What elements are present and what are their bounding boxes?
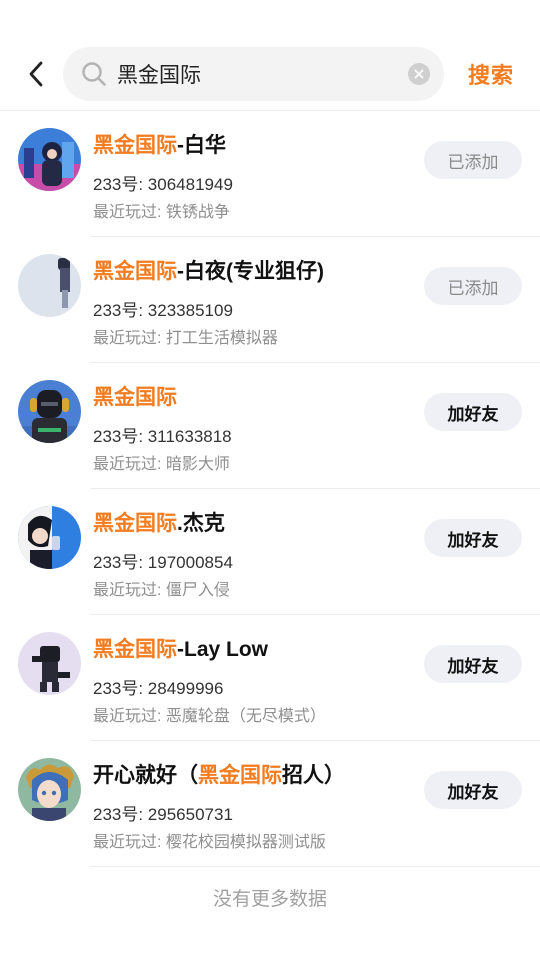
avatar[interactable] (18, 254, 81, 317)
avatar-image (18, 128, 81, 191)
user-id: 233号: 323385109 (93, 301, 233, 320)
user-id: 233号: 311633818 (93, 427, 232, 446)
list-item[interactable]: 黑金国际-Lay Low 233号: 28499996 最近玩过: 恶魔轮盘（无… (0, 615, 540, 741)
name-highlight: 黑金国际 (93, 512, 177, 535)
recent-game: 最近玩过: 打工生活模拟器 (93, 330, 278, 347)
list-item[interactable]: 黑金国际.杰克 233号: 197000854 最近玩过: 僵尸入侵 加好友 (0, 489, 540, 615)
avatar-image (18, 254, 81, 317)
name-highlight: 黑金国际 (93, 134, 177, 157)
avatar-image (18, 506, 81, 569)
recent-game: 最近玩过: 恶魔轮盘（无尽模式） (93, 708, 326, 725)
search-header: 搜索 (0, 0, 540, 111)
result-list: 黑金国际-白华 233号: 306481949 最近玩过: 铁锈战争 已添加 黑… (0, 111, 540, 867)
recent-game: 最近玩过: 僵尸入侵 (93, 582, 230, 599)
add-friend-button[interactable]: 加好友 (424, 771, 522, 809)
divider (90, 866, 540, 867)
user-name: 黑金国际.杰克 (93, 512, 225, 535)
avatar[interactable] (18, 632, 81, 695)
name-highlight: 黑金国际 (198, 764, 282, 787)
user-name: 黑金国际 (93, 381, 177, 411)
name-highlight: 黑金国际 (93, 260, 177, 283)
user-name: 黑金国际-白华 (93, 134, 226, 157)
add-friend-button[interactable]: 加好友 (424, 393, 522, 431)
back-button[interactable] (18, 54, 54, 94)
clear-search-button[interactable] (408, 63, 430, 85)
user-name: 黑金国际-白夜(专业狙仔) (93, 260, 324, 283)
added-button[interactable]: 已添加 (424, 141, 522, 179)
added-button[interactable]: 已添加 (424, 267, 522, 305)
add-friend-button[interactable]: 加好友 (424, 645, 522, 683)
close-icon (414, 69, 424, 79)
avatar[interactable] (18, 128, 81, 191)
avatar-image (18, 632, 81, 695)
recent-game: 最近玩过: 暗影大师 (93, 456, 230, 473)
user-name: 黑金国际-Lay Low (93, 638, 269, 661)
user-id: 233号: 295650731 (93, 805, 233, 824)
avatar[interactable] (18, 758, 81, 821)
search-input[interactable] (117, 47, 397, 101)
list-item[interactable]: 黑金国际-白华 233号: 306481949 最近玩过: 铁锈战争 已添加 (0, 111, 540, 237)
list-item[interactable]: 黑金国际 233号: 311633818 最近玩过: 暗影大师 加好友 (0, 363, 540, 489)
user-id: 233号: 306481949 (93, 175, 233, 194)
no-more-data-label: 没有更多数据 (212, 889, 327, 910)
search-icon (82, 62, 106, 86)
name-highlight: 黑金国际 (93, 386, 177, 409)
add-friend-button[interactable]: 加好友 (424, 519, 522, 557)
search-box[interactable] (63, 47, 444, 101)
avatar-image (18, 380, 81, 443)
user-id: 233号: 28499996 (93, 679, 224, 698)
list-item[interactable]: 黑金国际-白夜(专业狙仔) 233号: 323385109 最近玩过: 打工生活… (0, 237, 540, 363)
avatar[interactable] (18, 380, 81, 443)
name-highlight: 黑金国际 (93, 638, 177, 661)
chevron-left-icon (29, 61, 43, 87)
recent-game: 最近玩过: 铁锈战争 (93, 204, 230, 221)
user-id: 233号: 197000854 (93, 553, 233, 572)
search-button[interactable]: 搜索 (468, 58, 514, 90)
avatar[interactable] (18, 506, 81, 569)
recent-game: 最近玩过: 樱花校园模拟器测试版 (93, 834, 326, 851)
list-item[interactable]: 开心就好（黑金国际招人） 233号: 295650731 最近玩过: 樱花校园模… (0, 741, 540, 867)
avatar-image (18, 758, 81, 821)
user-name: 开心就好（黑金国际招人） (93, 764, 345, 787)
